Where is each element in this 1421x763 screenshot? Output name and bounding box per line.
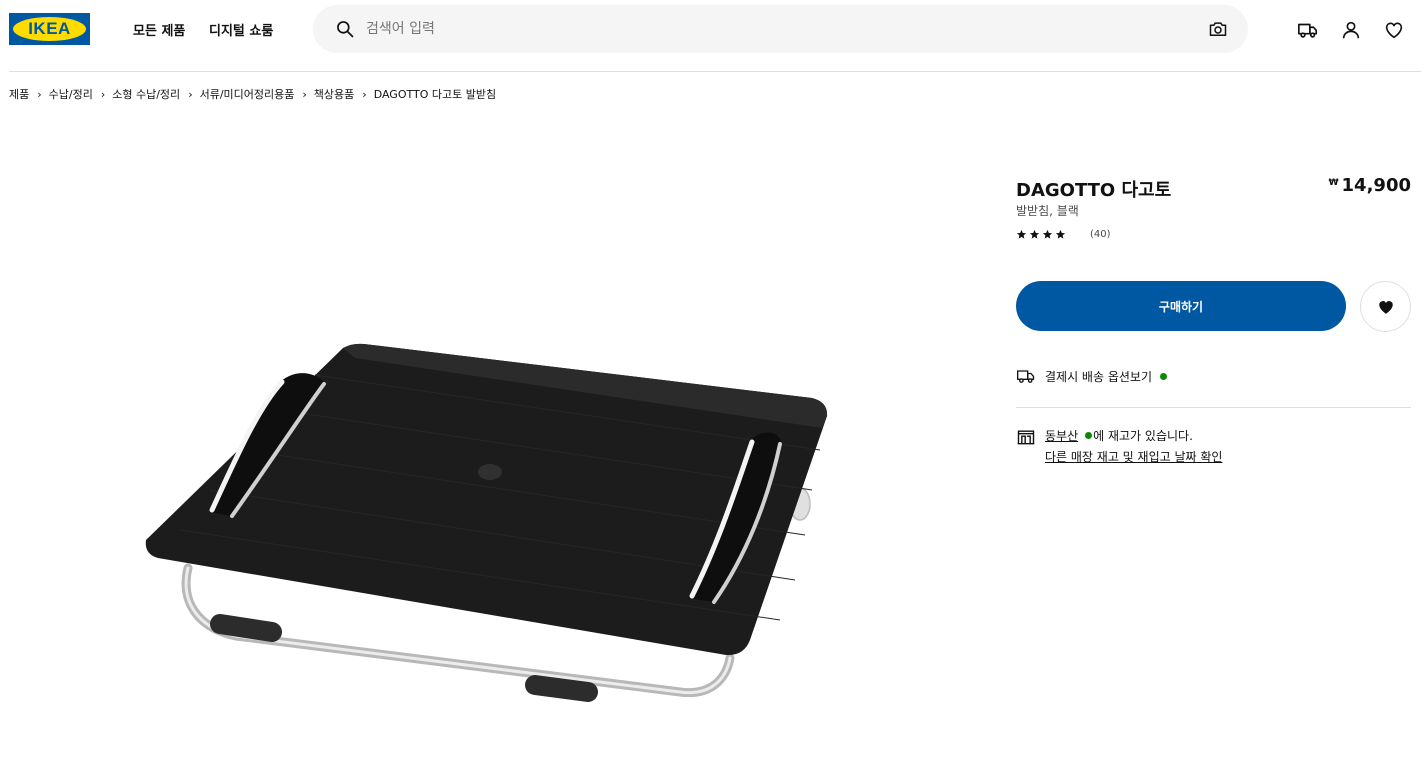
breadcrumb-desk-accessories[interactable]: 책상용품 bbox=[314, 86, 354, 102]
user-icon[interactable] bbox=[1340, 19, 1362, 41]
breadcrumb: 제품 › 수납/정리 › 소형 수납/정리 › 서류/미디어정리용품 › 책상용… bbox=[9, 86, 496, 102]
header-divider bbox=[9, 71, 1421, 72]
buy-button[interactable]: 구매하기 bbox=[1016, 281, 1346, 331]
nav-digital-showroom[interactable]: 디지털 쇼룸 bbox=[209, 20, 273, 39]
star-icon bbox=[1029, 229, 1040, 239]
store-name[interactable]: 동부산 bbox=[1045, 427, 1078, 444]
search-bar bbox=[313, 5, 1248, 53]
chevron-right-icon: › bbox=[37, 87, 42, 101]
heart-icon bbox=[1378, 300, 1393, 314]
breadcrumb-current: DAGOTTO 다고토 발받침 bbox=[373, 88, 497, 101]
star-icon bbox=[1055, 229, 1066, 239]
camera-icon[interactable] bbox=[1208, 19, 1228, 39]
star-icon bbox=[1042, 229, 1053, 239]
store-line: 동부산 에 재고가 있습니다. bbox=[1045, 427, 1193, 444]
search-input[interactable] bbox=[366, 5, 1186, 53]
stock-text: 에 재고가 있습니다. bbox=[1093, 429, 1193, 443]
currency-symbol: ₩ bbox=[1328, 178, 1339, 188]
chevron-right-icon: › bbox=[100, 87, 106, 101]
price-value: 14,900 bbox=[1341, 175, 1411, 196]
delivery-text[interactable]: 결제시 배송 옵션보기 bbox=[1045, 368, 1152, 385]
breadcrumb-small-storage[interactable]: 소형 수납/정리 bbox=[112, 86, 180, 102]
review-count[interactable]: (40) bbox=[1090, 229, 1111, 240]
ikea-logo[interactable]: IKEA bbox=[9, 13, 90, 45]
truck-icon bbox=[1017, 370, 1035, 383]
favorite-button[interactable] bbox=[1360, 281, 1411, 332]
product-title: DAGOTTO 다고토 bbox=[1016, 180, 1172, 201]
product-image[interactable] bbox=[140, 340, 840, 725]
star-icon bbox=[1068, 229, 1079, 239]
rating[interactable]: (40) bbox=[1016, 229, 1111, 240]
availability-dot bbox=[1160, 372, 1167, 380]
info-divider bbox=[1016, 407, 1411, 408]
chevron-right-icon: › bbox=[188, 87, 193, 101]
breadcrumb-paper-media[interactable]: 서류/미디어정리용품 bbox=[200, 86, 295, 102]
truck-icon[interactable] bbox=[1297, 19, 1319, 41]
breadcrumb-products[interactable]: 제품 bbox=[9, 86, 29, 102]
product-price: ₩ 14,900 bbox=[1329, 175, 1411, 196]
logo-oval: IKEA bbox=[13, 17, 86, 41]
delivery-options[interactable]: 결제시 배송 옵션보기 bbox=[1016, 366, 1167, 386]
product-description: 발받침, 블랙 bbox=[1016, 204, 1079, 218]
star-icon bbox=[1016, 229, 1027, 239]
nav-all-products[interactable]: 모든 제품 bbox=[133, 20, 185, 39]
logo-text: IKEA bbox=[28, 19, 71, 38]
breadcrumb-storage[interactable]: 수납/정리 bbox=[49, 86, 93, 102]
heart-icon[interactable] bbox=[1383, 19, 1405, 41]
store-icon bbox=[1017, 430, 1035, 445]
stock-dot bbox=[1085, 432, 1093, 439]
stars bbox=[1016, 229, 1079, 240]
chevron-right-icon: › bbox=[362, 87, 367, 101]
search-icon[interactable] bbox=[335, 19, 355, 39]
chevron-right-icon: › bbox=[302, 87, 307, 101]
other-stores-link[interactable]: 다른 매장 재고 및 재입고 날짜 확인 bbox=[1045, 448, 1222, 465]
site-header: IKEA 모든 제품 디지털 쇼룸 bbox=[0, 0, 1421, 72]
